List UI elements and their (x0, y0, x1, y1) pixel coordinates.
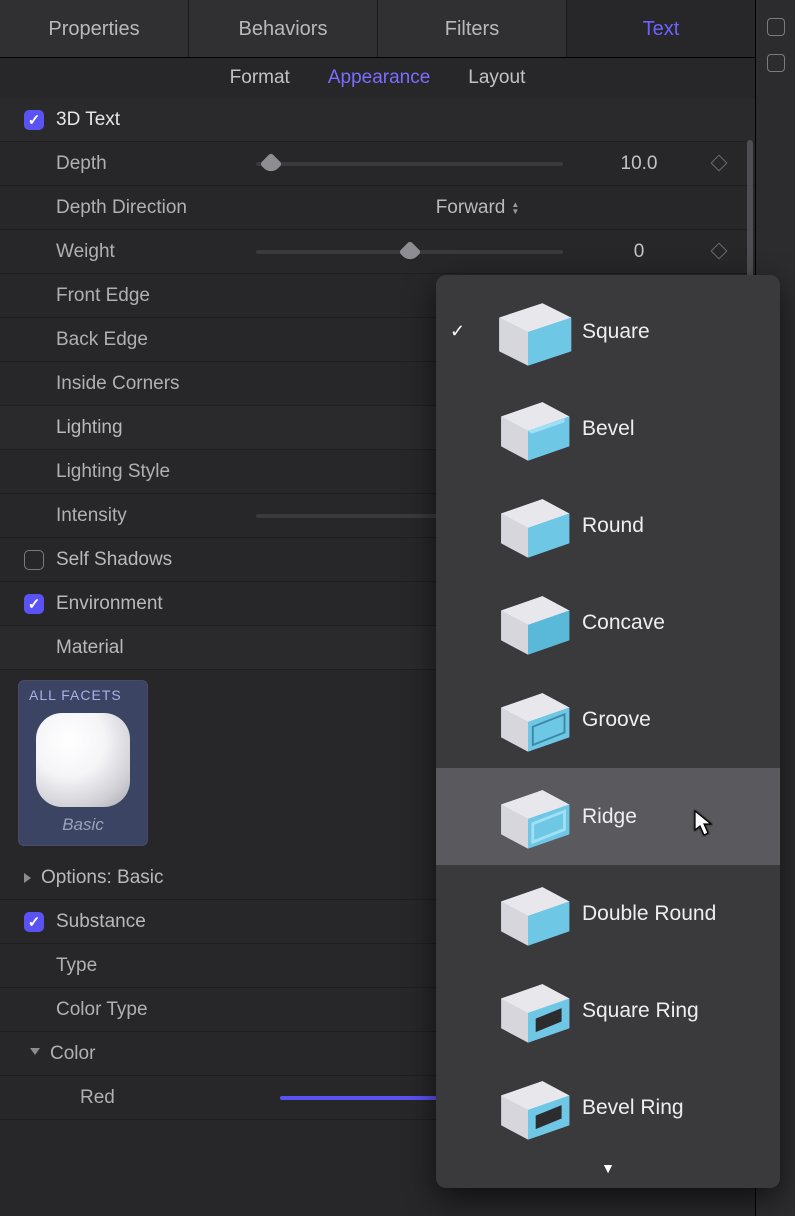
popup-item-bevel[interactable]: Bevel (436, 380, 780, 477)
popup-scroll-down-icon[interactable]: ▼ (436, 1156, 780, 1180)
edge-icon-double-round (474, 873, 582, 955)
row-depth: Depth 10.0 (0, 142, 755, 186)
label-depth-direction: Depth Direction (56, 197, 256, 219)
value-depth[interactable]: 10.0 (579, 153, 699, 175)
edge-icon-concave (474, 582, 582, 664)
label-back-edge: Back Edge (56, 329, 256, 351)
label-self-shadows: Self Shadows (56, 549, 172, 571)
label-material: Material (56, 637, 124, 659)
checkbox-environment[interactable] (24, 594, 44, 614)
popup-label: Bevel Ring (582, 1096, 684, 1120)
label-environment: Environment (56, 593, 163, 615)
edge-icon-bevel (474, 388, 582, 470)
label-options: Options: Basic (41, 867, 164, 889)
tab-behaviors[interactable]: Behaviors (189, 0, 378, 57)
facet-label: Basic (19, 815, 147, 845)
text-subtabs: Format Appearance Layout (0, 58, 755, 98)
popup-item-round[interactable]: Round (436, 477, 780, 574)
label-3d-text: 3D Text (56, 109, 120, 131)
label-lighting: Lighting (56, 417, 123, 439)
subtab-layout[interactable]: Layout (468, 58, 525, 98)
popup-label: Square (582, 320, 650, 344)
label-red: Red (80, 1087, 280, 1109)
edge-icon-bevel-ring (474, 1067, 582, 1149)
tab-filters[interactable]: Filters (378, 0, 567, 57)
checkmark-icon: ✓ (450, 321, 474, 342)
popup-item-square[interactable]: ✓ Square (436, 283, 780, 380)
tab-properties[interactable]: Properties (0, 0, 189, 57)
gutter-checkbox-1[interactable] (767, 18, 785, 36)
edge-icon-ridge (474, 776, 582, 858)
mouse-cursor-icon (694, 810, 714, 836)
edge-icon-square (474, 291, 582, 373)
popup-label: Concave (582, 611, 665, 635)
popup-label: Square Ring (582, 999, 699, 1023)
checkbox-substance[interactable] (24, 912, 44, 932)
row-3d-text[interactable]: 3D Text (0, 98, 755, 142)
popup-label: Ridge (582, 805, 637, 829)
edge-icon-groove (474, 679, 582, 761)
label-depth: Depth (56, 153, 256, 175)
popup-label: Round (582, 514, 644, 538)
row-depth-direction: Depth Direction Forward ▲▼ (0, 186, 755, 230)
popup-item-bevel-ring[interactable]: Bevel Ring (436, 1059, 780, 1156)
label-color: Color (50, 1043, 391, 1065)
subtab-format[interactable]: Format (230, 58, 290, 98)
stepper-icon[interactable]: ▲▼ (511, 201, 519, 215)
disclosure-options-icon[interactable] (24, 873, 31, 883)
checkbox-self-shadows[interactable] (24, 550, 44, 570)
subtab-appearance[interactable]: Appearance (328, 58, 430, 98)
row-weight: Weight 0 (0, 230, 755, 274)
inspector-tabs: Properties Behaviors Filters Text (0, 0, 755, 58)
popup-item-double-round[interactable]: Double Round (436, 865, 780, 962)
checkbox-3d-text[interactable] (24, 110, 44, 130)
edge-style-popup: ✓ Square Bevel Round Concave Groove (436, 275, 780, 1188)
popup-item-concave[interactable]: Concave (436, 574, 780, 671)
label-substance: Substance (56, 911, 146, 933)
facet-title: ALL FACETS (19, 681, 147, 709)
keyframe-weight[interactable] (699, 241, 739, 263)
scroll-thumb[interactable] (747, 140, 753, 290)
popup-label: Groove (582, 708, 651, 732)
edge-icon-square-ring (474, 970, 582, 1052)
slider-weight[interactable] (256, 250, 563, 254)
label-front-edge: Front Edge (56, 285, 256, 307)
popup-item-ridge[interactable]: Ridge (436, 768, 780, 865)
popup-label: Bevel (582, 417, 635, 441)
value-depth-direction[interactable]: Forward (436, 197, 506, 219)
facet-thumbnail[interactable] (36, 713, 130, 807)
keyframe-depth[interactable] (699, 153, 739, 175)
material-facet-card[interactable]: ALL FACETS Basic (18, 680, 148, 846)
label-weight: Weight (56, 241, 256, 263)
edge-icon-round (474, 485, 582, 567)
value-weight[interactable]: 0 (579, 241, 699, 263)
popup-item-square-ring[interactable]: Square Ring (436, 962, 780, 1059)
disclosure-color-icon[interactable] (30, 1048, 40, 1060)
tab-text[interactable]: Text (567, 0, 755, 57)
gutter-checkbox-2[interactable] (767, 54, 785, 72)
popup-item-groove[interactable]: Groove (436, 671, 780, 768)
label-intensity: Intensity (56, 505, 256, 527)
slider-depth[interactable] (256, 162, 563, 166)
popup-label: Double Round (582, 902, 716, 926)
